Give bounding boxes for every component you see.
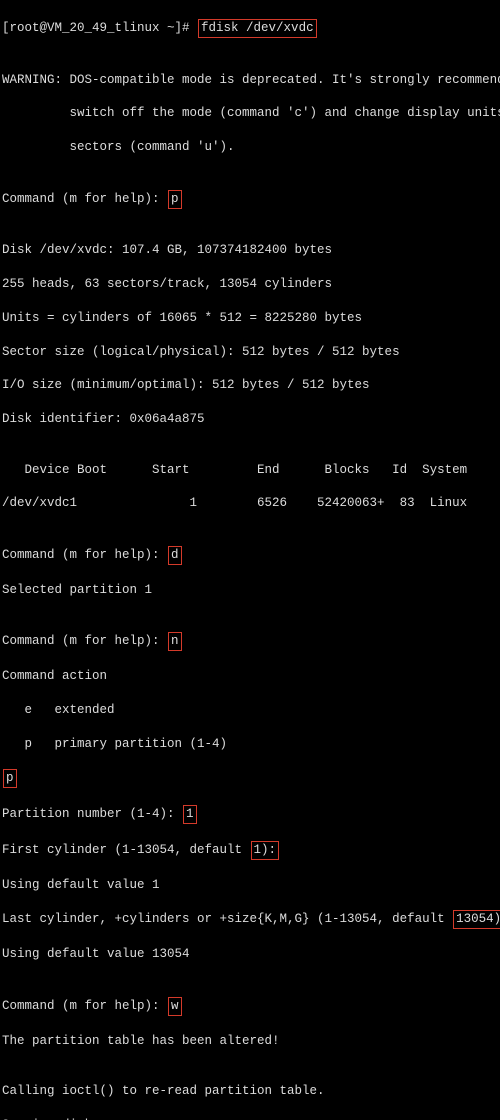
p-response-val: p	[3, 769, 17, 788]
shell-prompt: [root@VM_20_49_tlinux ~]#	[2, 21, 197, 35]
cmd-p: p	[168, 190, 182, 209]
p-response: p	[2, 769, 498, 788]
warning-line: switch off the mode (command 'c') and ch…	[2, 105, 498, 122]
cmd-help-prompt: Command (m for help):	[2, 999, 167, 1013]
last-cylinder-prompt: Last cylinder, +cylinders or +size{K,M,G…	[2, 912, 452, 926]
default-value-line: Using default value 1	[2, 877, 498, 894]
warning-line: WARNING: DOS-compatible mode is deprecat…	[2, 72, 498, 89]
prompt-line: [root@VM_20_49_tlinux ~]# fdisk /dev/xvd…	[2, 19, 498, 38]
partition-table-header: Device Boot Start End Blocks Id System	[2, 462, 498, 479]
selected-partition: Selected partition 1	[2, 582, 498, 599]
disk-info: Disk /dev/xvdc: 107.4 GB, 107374182400 b…	[2, 242, 498, 259]
default-value-line: Using default value 13054	[2, 946, 498, 963]
partition-number-val: 1	[183, 805, 197, 824]
geom-info: 255 heads, 63 sectors/track, 13054 cylin…	[2, 276, 498, 293]
command-line: Command (m for help): d	[2, 546, 498, 565]
units-info: Units = cylinders of 16065 * 512 = 82252…	[2, 310, 498, 327]
command-action: Command action	[2, 668, 498, 685]
cmd-w: w	[168, 997, 182, 1016]
ioctl-line: Calling ioctl() to re-read partition tab…	[2, 1083, 498, 1100]
command-line: Command (m for help): n	[2, 632, 498, 651]
warning-line: sectors (command 'u').	[2, 139, 498, 156]
altered-line: The partition table has been altered!	[2, 1033, 498, 1050]
last-cylinder-line: Last cylinder, +cylinders or +size{K,M,G…	[2, 910, 498, 929]
command-action-e: e extended	[2, 702, 498, 719]
first-cylinder-prompt: First cylinder (1-13054, default	[2, 843, 250, 857]
command-line: Command (m for help): p	[2, 190, 498, 209]
command-line: Command (m for help): w	[2, 997, 498, 1016]
syncing-line: Syncing disks.	[2, 1117, 498, 1120]
terminal[interactable]: [root@VM_20_49_tlinux ~]# fdisk /dev/xvd…	[0, 0, 500, 1120]
cmd-help-prompt: Command (m for help):	[2, 192, 167, 206]
cmd-fdisk: fdisk /dev/xvdc	[198, 19, 317, 38]
diskid-info: Disk identifier: 0x06a4a875	[2, 411, 498, 428]
last-cylinder-val: 13054):	[453, 910, 500, 929]
cmd-n: n	[168, 632, 182, 651]
cmd-d: d	[168, 546, 182, 565]
first-cylinder-val: 1):	[251, 841, 280, 860]
partition-table-row: /dev/xvdc1 1 6526 52420063+ 83 Linux	[2, 495, 498, 512]
cmd-help-prompt: Command (m for help):	[2, 634, 167, 648]
sector-info: Sector size (logical/physical): 512 byte…	[2, 344, 498, 361]
partition-number-prompt: Partition number (1-4):	[2, 807, 182, 821]
first-cylinder-line: First cylinder (1-13054, default 1):	[2, 841, 498, 860]
partition-number-line: Partition number (1-4): 1	[2, 805, 498, 824]
command-action-p: p primary partition (1-4)	[2, 736, 498, 753]
io-info: I/O size (minimum/optimal): 512 bytes / …	[2, 377, 498, 394]
